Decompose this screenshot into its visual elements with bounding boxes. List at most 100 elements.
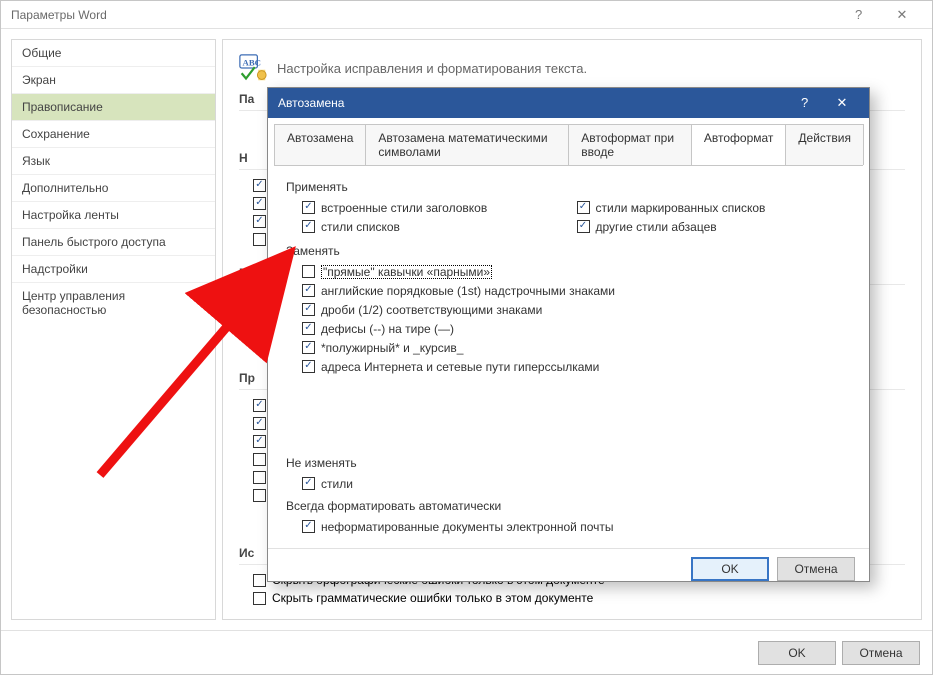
inner-cancel-button[interactable]: Отмена	[777, 557, 855, 581]
checkbox-icon	[302, 284, 315, 297]
check-label: английские порядковые (1st) надстрочными…	[321, 284, 615, 298]
replace-fractions[interactable]: дроби (1/2) соответствующими знаками	[302, 300, 851, 319]
hide-grammar-label: Скрыть грамматические ошибки только в эт…	[272, 591, 593, 605]
sidebar-item-display[interactable]: Экран	[12, 67, 215, 94]
checkbox-icon	[302, 265, 315, 278]
svg-text:ABC: ABC	[243, 57, 261, 67]
tab-actions[interactable]: Действия	[785, 124, 864, 165]
group-always-label: Всегда форматировать автоматически	[286, 499, 851, 513]
tab-math-autocorrect[interactable]: Автозамена математическими символами	[365, 124, 569, 165]
check-label: дефисы (--) на тире (—)	[321, 322, 454, 336]
tab-autoformat[interactable]: Автоформат	[691, 124, 787, 165]
checkbox-icon[interactable]	[253, 453, 266, 466]
autocorrect-dialog: Автозамена ? ✕ Автозамена Автозамена мат…	[267, 87, 870, 582]
tab-label: Автоформат при вводе	[581, 131, 674, 159]
check-label: стили списков	[321, 220, 400, 234]
sidebar-item-label: Экран	[22, 73, 56, 87]
checkbox-icon[interactable]	[253, 417, 266, 430]
check-label: *полужирный* и _курсив_	[321, 341, 463, 355]
group-replace-label: Заменять	[286, 244, 851, 258]
sidebar-item-label: Правописание	[22, 100, 103, 114]
replace-ordinals[interactable]: английские порядковые (1st) надстрочными…	[302, 281, 851, 300]
checkbox-icon[interactable]	[253, 294, 266, 307]
checkbox-icon[interactable]	[253, 233, 266, 246]
help-icon[interactable]: ?	[839, 1, 879, 29]
sidebar-item-trust-center[interactable]: Центр управления безопасностью	[12, 283, 215, 323]
replace-quotes[interactable]: "прямые" кавычки «парными»	[302, 262, 851, 281]
outer-window-icons: ? ✕	[839, 1, 922, 28]
sidebar-item-advanced[interactable]: Дополнительно	[12, 175, 215, 202]
checkbox-icon	[577, 201, 590, 214]
btn-label: OK	[788, 646, 805, 660]
btn-label: OK	[721, 562, 738, 576]
replace-hyperlinks[interactable]: адреса Интернета и сетевые пути гиперссы…	[302, 357, 851, 376]
checkbox-icon[interactable]	[253, 179, 266, 192]
group-preserve-label: Не изменять	[286, 456, 851, 470]
settings-sidebar: Общие Экран Правописание Сохранение Язык…	[11, 39, 216, 620]
checkbox-icon[interactable]	[253, 312, 266, 325]
preserve-list: стили	[286, 474, 851, 493]
replace-list: "прямые" кавычки «парными» английские по…	[286, 262, 851, 376]
checkbox-icon	[302, 201, 315, 214]
sidebar-item-save[interactable]: Сохранение	[12, 121, 215, 148]
sidebar-item-label: Надстройки	[22, 262, 88, 276]
inner-titlebar[interactable]: Автозамена ? ✕	[268, 88, 869, 118]
checkbox-icon[interactable]	[253, 197, 266, 210]
checkbox-icon[interactable]	[253, 574, 266, 587]
checkbox-icon[interactable]	[253, 489, 266, 502]
checkbox-icon[interactable]	[253, 435, 266, 448]
btn-label: Отмена	[859, 646, 902, 660]
checkbox-icon	[302, 360, 315, 373]
sidebar-item-qat[interactable]: Панель быстрого доступа	[12, 229, 215, 256]
sidebar-item-label: Дополнительно	[22, 181, 108, 195]
outer-cancel-button[interactable]: Отмена	[842, 641, 920, 665]
inner-title-text: Автозамена	[278, 96, 344, 110]
inner-body: Автозамена Автозамена математическими си…	[268, 124, 869, 548]
apply-other-paragraph[interactable]: другие стили абзацев	[577, 217, 852, 236]
replace-bold-italic[interactable]: *полужирный* и _курсив_	[302, 338, 851, 357]
apply-bulleted-styles[interactable]: стили маркированных списков	[577, 198, 852, 217]
sidebar-item-proofing[interactable]: Правописание	[12, 94, 215, 121]
checkbox-icon	[302, 303, 315, 316]
outer-footer: OK Отмена	[1, 630, 932, 674]
apply-heading-styles[interactable]: встроенные стили заголовков	[302, 198, 577, 217]
check-label: другие стили абзацев	[596, 220, 717, 234]
inner-ok-button[interactable]: OK	[691, 557, 769, 581]
main-heading: Настройка исправления и форматирования т…	[277, 61, 587, 76]
check-label: "прямые" кавычки «парными»	[321, 265, 492, 279]
sidebar-item-addins[interactable]: Надстройки	[12, 256, 215, 283]
tab-label: Автозамена математическими символами	[378, 131, 547, 159]
tab-autoformat-as-type[interactable]: Автоформат при вводе	[568, 124, 692, 165]
always-list: неформатированные документы электронной …	[286, 517, 851, 536]
outer-ok-button[interactable]: OK	[758, 641, 836, 665]
check-label: стили маркированных списков	[596, 201, 766, 215]
checkbox-icon	[302, 520, 315, 533]
close-icon[interactable]: ✕	[825, 95, 859, 111]
sidebar-item-customize-ribbon[interactable]: Настройка ленты	[12, 202, 215, 229]
checkbox-icon[interactable]	[253, 592, 266, 605]
tab-label: Действия	[798, 131, 851, 145]
checkbox-icon[interactable]	[253, 471, 266, 484]
help-icon[interactable]: ?	[788, 95, 822, 110]
sidebar-item-general[interactable]: Общие	[12, 40, 215, 67]
checkbox-icon	[302, 322, 315, 335]
preserve-styles[interactable]: стили	[302, 474, 851, 493]
replace-hyphens[interactable]: дефисы (--) на тире (—)	[302, 319, 851, 338]
checkbox-icon[interactable]	[253, 215, 266, 228]
tabs-row: Автозамена Автозамена математическими си…	[274, 124, 863, 166]
group-apply-label: Применять	[286, 180, 851, 194]
apply-list-styles[interactable]: стили списков	[302, 217, 577, 236]
checkbox-icon	[302, 220, 315, 233]
sidebar-item-label: Панель быстрого доступа	[22, 235, 166, 249]
close-icon[interactable]: ✕	[882, 1, 922, 29]
heading-row: ABC Настройка исправления и форматирован…	[239, 54, 905, 82]
check-label: неформатированные документы электронной …	[321, 520, 613, 534]
tab-autocorrect[interactable]: Автозамена	[274, 124, 366, 165]
outer-titlebar: Параметры Word ? ✕	[1, 1, 932, 29]
always-plain-email[interactable]: неформатированные документы электронной …	[302, 517, 851, 536]
btn-label: Отмена	[794, 562, 837, 576]
apply-grid: встроенные стили заголовков стили списко…	[286, 198, 851, 236]
sidebar-item-language[interactable]: Язык	[12, 148, 215, 175]
sidebar-item-label: Язык	[22, 154, 50, 168]
checkbox-icon[interactable]	[253, 399, 266, 412]
